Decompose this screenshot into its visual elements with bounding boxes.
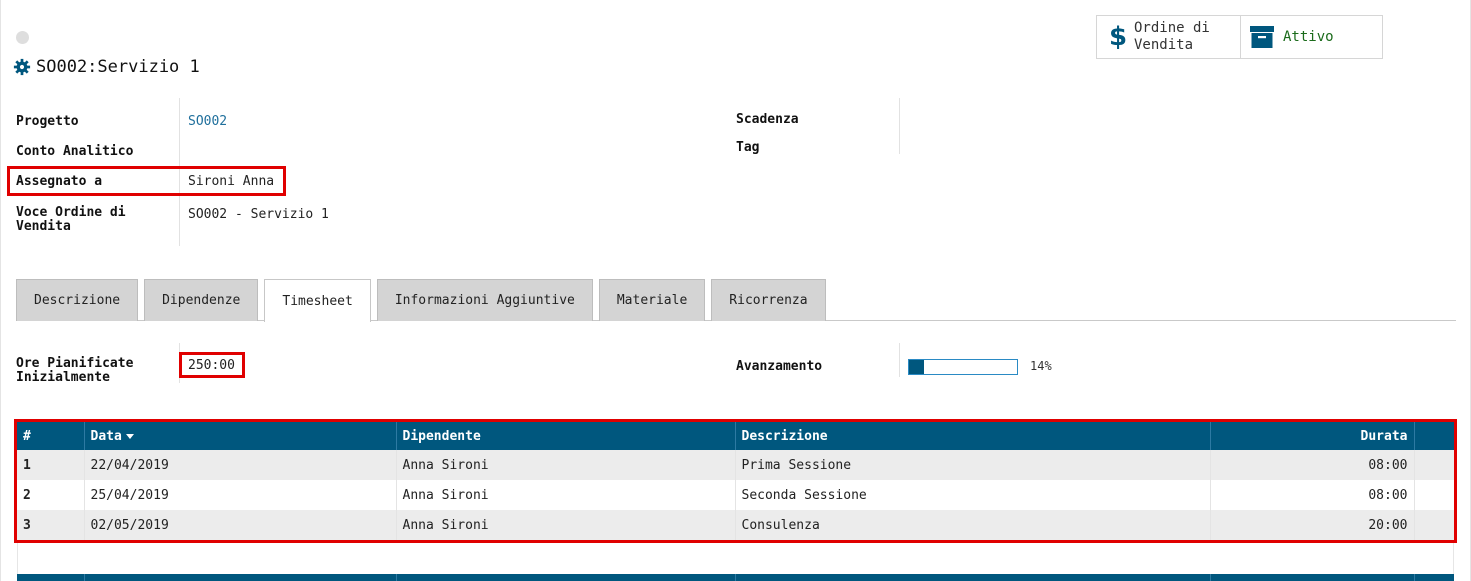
status-dot	[16, 31, 29, 44]
conto-analitico-label: Conto Analitico	[16, 144, 134, 159]
page-title: SO002:Servizio 1	[36, 57, 200, 77]
tab-materiale[interactable]: Materiale	[598, 279, 706, 321]
gear-icon	[13, 58, 31, 76]
field-separator	[899, 343, 900, 377]
tab-informazioni-aggiuntive[interactable]: Informazioni Aggiuntive	[376, 279, 593, 321]
voce-ordine-value[interactable]: SO002 - Servizio 1	[188, 208, 329, 222]
archive-icon	[1250, 26, 1274, 48]
tab-ricorrenza[interactable]: Ricorrenza	[711, 279, 826, 321]
ore-pianificate-label: Ore Pianificate Inizialmente	[16, 356, 134, 385]
scadenza-label: Scadenza	[736, 112, 799, 127]
sales-order-label: Ordine di Vendita	[1134, 20, 1210, 53]
avanzamento-progress-bar	[908, 359, 1018, 375]
avanzamento-label: Avanzamento	[736, 359, 823, 374]
highlight-timesheet-table	[14, 419, 1457, 543]
avanzamento-percent: 14%	[1030, 359, 1052, 373]
highlight-ore-pianificate	[179, 352, 245, 378]
tab-timesheet[interactable]: Timesheet	[264, 279, 371, 322]
tag-label: Tag	[736, 140, 760, 155]
progetto-link[interactable]: SO002	[188, 115, 227, 129]
voce-ordine-label: Voce Ordine di Vendita	[16, 205, 126, 234]
dollar-icon: $	[1109, 22, 1128, 52]
record-title: SO002:Servizio 1	[13, 57, 200, 77]
active-toggle-button[interactable]: Attivo	[1240, 16, 1382, 58]
field-separator	[899, 98, 900, 154]
active-label: Attivo	[1283, 29, 1334, 45]
notebook-tabs: Descrizione Dipendenze Timesheet Informa…	[16, 279, 826, 322]
highlight-assegnato	[7, 166, 286, 196]
smart-buttons: $ Ordine di Vendita Attivo	[1096, 15, 1383, 59]
tab-dipendenze[interactable]: Dipendenze	[144, 279, 259, 321]
progetto-label: Progetto	[16, 114, 79, 129]
tab-descrizione[interactable]: Descrizione	[16, 279, 139, 321]
progress-fill	[909, 360, 925, 374]
sales-order-button[interactable]: $ Ordine di Vendita	[1097, 16, 1240, 58]
table-footer-bar	[17, 574, 1454, 581]
table-add-line-row[interactable]	[17, 543, 1454, 574]
